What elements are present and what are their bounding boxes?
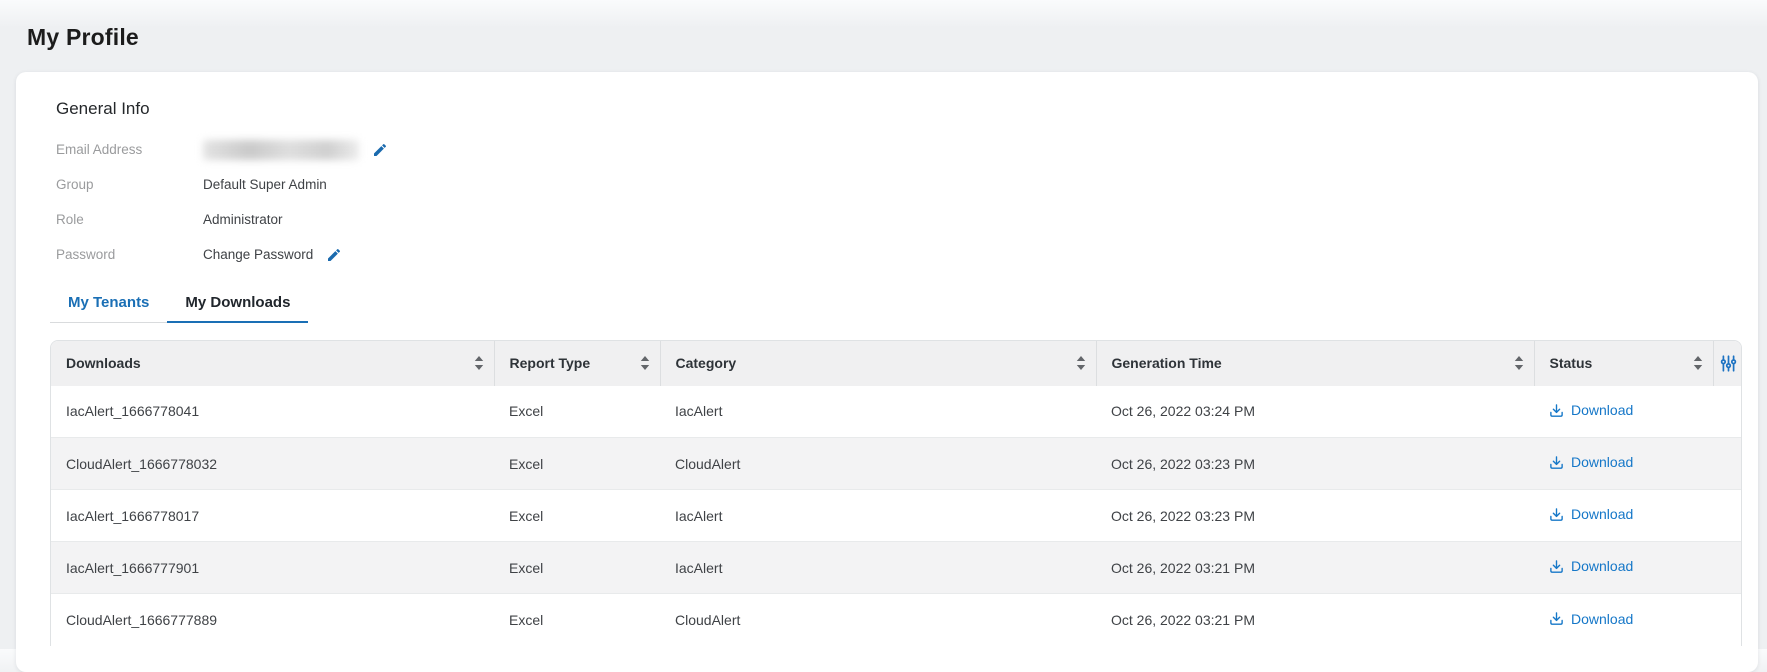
column-label: Status	[1549, 355, 1593, 371]
change-password-text: Change Password	[203, 247, 314, 262]
column-label: Report Type	[509, 355, 591, 371]
download-icon	[1549, 611, 1564, 626]
column-settings-button[interactable]	[1714, 354, 1742, 372]
field-row-group: Group Default Super Admin	[56, 167, 1742, 202]
password-label: Password	[56, 247, 116, 262]
cell-downloads: CloudAlert_1666777889	[66, 611, 218, 628]
download-icon	[1549, 403, 1564, 418]
column-header-downloads[interactable]: Downloads	[51, 355, 494, 371]
download-link[interactable]: Download	[1549, 402, 1633, 418]
column-label: Generation Time	[1111, 355, 1222, 371]
tab-bar: My Tenants My Downloads	[50, 285, 309, 323]
cell-report-type: Excel	[509, 507, 544, 524]
download-link[interactable]: Download	[1549, 558, 1633, 574]
cell-report-type: Excel	[509, 559, 544, 576]
cell-report-type: Excel	[509, 611, 544, 628]
role-label: Role	[56, 212, 84, 227]
table-row: CloudAlert_1666778032 Excel CloudAlert O…	[51, 437, 1741, 490]
table-row: CloudAlert_1666777889 Excel CloudAlert O…	[51, 593, 1741, 646]
edit-email-button[interactable]	[371, 141, 389, 159]
cell-generation-time: Oct 26, 2022 03:23 PM	[1111, 507, 1255, 524]
sort-icon[interactable]	[474, 356, 484, 370]
cell-report-type: Excel	[509, 455, 544, 472]
tab-my-tenants[interactable]: My Tenants	[50, 285, 167, 322]
cell-downloads: IacAlert_1666778041	[66, 403, 200, 420]
email-address-label: Email Address	[56, 142, 143, 157]
cell-downloads: IacAlert_1666778017	[66, 507, 200, 524]
column-header-report-type[interactable]: Report Type	[495, 355, 660, 371]
field-row-email: Email Address	[56, 132, 1742, 167]
download-label: Download	[1571, 610, 1634, 627]
column-header-generation-time[interactable]: Generation Time	[1097, 355, 1534, 371]
field-row-password: Password Change Password	[56, 237, 1742, 272]
cell-category: IacAlert	[675, 507, 723, 524]
download-icon	[1549, 455, 1564, 470]
general-info-heading: General Info	[56, 99, 150, 118]
column-label: Category	[675, 355, 737, 371]
cell-category: CloudAlert	[675, 611, 741, 628]
cell-generation-time: Oct 26, 2022 03:24 PM	[1111, 403, 1255, 420]
role-value: Administrator	[203, 212, 283, 227]
group-label: Group	[56, 177, 94, 192]
table-row: IacAlert_1666778017 Excel IacAlert Oct 2…	[51, 489, 1741, 542]
column-label: Downloads	[66, 355, 141, 371]
download-icon	[1549, 559, 1564, 574]
email-address-redacted-value	[203, 139, 359, 160]
sort-icon[interactable]	[1514, 356, 1524, 370]
download-label: Download	[1571, 454, 1634, 471]
table-row: IacAlert_1666778041 Excel IacAlert Oct 2…	[51, 385, 1741, 438]
download-label: Download	[1571, 506, 1634, 523]
download-link[interactable]: Download	[1549, 506, 1633, 522]
general-info-fields: Email Address Group Default Super Admin …	[56, 132, 1742, 272]
cell-category: CloudAlert	[675, 455, 741, 472]
change-password-button[interactable]	[325, 246, 343, 264]
field-row-role: Role Administrator	[56, 202, 1742, 237]
cell-generation-time: Oct 26, 2022 03:21 PM	[1111, 559, 1255, 576]
cell-downloads: CloudAlert_1666778032	[66, 455, 218, 472]
download-link[interactable]: Download	[1549, 454, 1633, 470]
cell-generation-time: Oct 26, 2022 03:23 PM	[1111, 455, 1255, 472]
sort-icon[interactable]	[640, 356, 650, 370]
sort-icon[interactable]	[1076, 356, 1086, 370]
table-header-row: Downloads Report Type Category Generatio…	[51, 340, 1742, 386]
column-header-status[interactable]: Status	[1535, 355, 1713, 371]
column-header-category[interactable]: Category	[661, 355, 1096, 371]
sort-icon[interactable]	[1693, 356, 1703, 370]
cell-generation-time: Oct 26, 2022 03:21 PM	[1111, 611, 1255, 628]
downloads-table: Downloads Report Type Category Generatio…	[50, 339, 1742, 646]
column-filter-icon	[1720, 354, 1737, 372]
table-row: IacAlert_1666777901 Excel IacAlert Oct 2…	[51, 541, 1741, 594]
cell-category: IacAlert	[675, 559, 723, 576]
page-title: My Profile	[27, 24, 139, 50]
download-link[interactable]: Download	[1549, 611, 1633, 627]
download-label: Download	[1571, 558, 1634, 575]
cell-category: IacAlert	[675, 403, 723, 420]
cell-report-type: Excel	[509, 403, 544, 420]
tab-my-downloads[interactable]: My Downloads	[167, 285, 309, 323]
pencil-icon	[326, 247, 342, 263]
download-icon	[1549, 507, 1564, 522]
profile-card: General Info Email Address Group Default…	[16, 72, 1758, 672]
download-label: Download	[1571, 402, 1634, 418]
cell-downloads: IacAlert_1666777901	[66, 559, 200, 576]
group-value: Default Super Admin	[203, 177, 327, 192]
pencil-icon	[372, 142, 388, 158]
